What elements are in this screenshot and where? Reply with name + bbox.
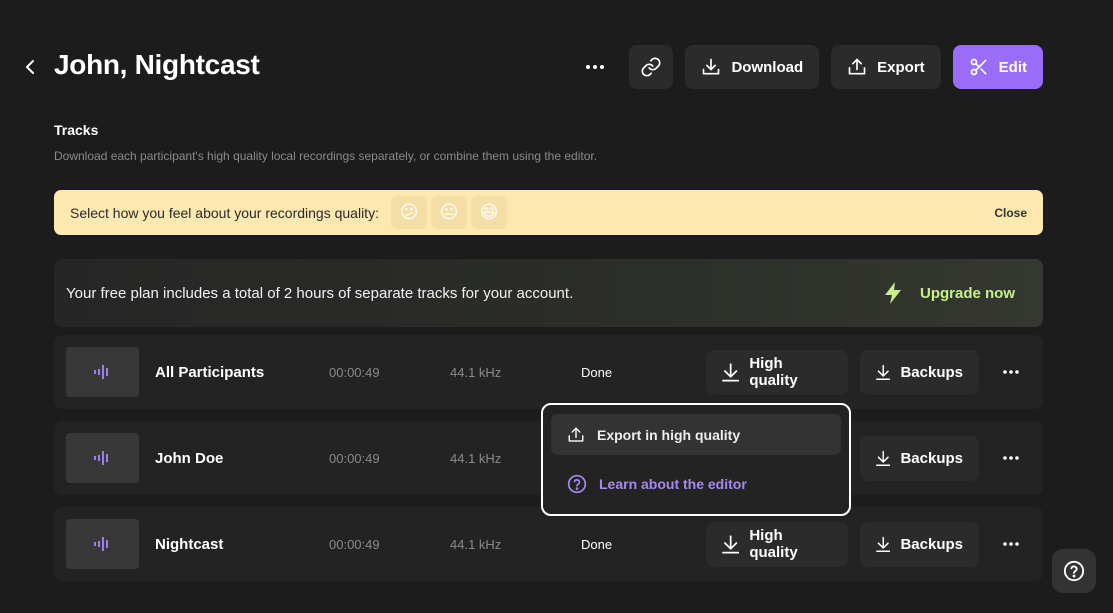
backups-label: Backups [900, 449, 963, 467]
page-title: John, Nightcast [54, 49, 260, 80]
more-options-button[interactable] [573, 45, 617, 89]
export-label: Export [877, 58, 925, 76]
download-icon [703, 58, 720, 75]
menu-item-export-high-quality[interactable]: Export in high quality [551, 414, 841, 455]
track-name: Nightcast [155, 535, 224, 553]
plan-banner: Your free plan includes a total of 2 hou… [54, 259, 1043, 327]
download-icon [876, 450, 891, 466]
more-horizontal-icon [1003, 456, 1019, 460]
edit-label: Edit [998, 58, 1027, 76]
scissors-icon [970, 58, 987, 76]
backups-label: Backups [900, 363, 963, 381]
track-more-button[interactable] [994, 527, 1028, 561]
track-sample-rate: 44.1 kHz [450, 450, 502, 466]
backups-download-button[interactable]: Backups [860, 349, 979, 395]
high-quality-dropdown-menu: Export in high quality Learn about the e… [541, 403, 851, 516]
download-icon [876, 364, 891, 380]
section-description: Download each participant's high quality… [54, 149, 598, 163]
header-toolbar: Download Export Edit [573, 45, 1043, 89]
download-icon [722, 535, 740, 554]
track-sample-rate: 44.1 kHz [450, 536, 502, 552]
menu-item-label: Learn about the editor [599, 475, 747, 492]
menu-item-learn-editor[interactable]: Learn about the editor [551, 463, 841, 504]
track-name: All Participants [155, 363, 265, 381]
waveform-icon [93, 451, 108, 465]
download-label: Download [731, 58, 804, 76]
more-horizontal-icon [586, 65, 605, 69]
backups-download-button[interactable]: Backups [860, 521, 979, 567]
upload-icon [568, 427, 584, 442]
edit-button[interactable]: Edit [952, 45, 1043, 89]
feedback-banner: Select how you feel about your recording… [54, 190, 1043, 235]
export-button[interactable]: Export [831, 45, 941, 89]
track-row: All Participants 00:00:49 44.1 kHz Done … [54, 335, 1043, 409]
track-thumbnail [66, 347, 139, 397]
back-button[interactable] [20, 56, 40, 78]
high-quality-download-button[interactable]: High quality [706, 349, 848, 395]
high-quality-label: High quality [749, 527, 798, 561]
track-name: John Doe [155, 449, 224, 467]
section-title: Tracks [54, 122, 99, 138]
help-circle-icon [1063, 560, 1085, 582]
more-horizontal-icon [1003, 542, 1019, 546]
feedback-prompt: Select how you feel about your recording… [70, 204, 379, 221]
plan-text: Your free plan includes a total of 2 hou… [66, 284, 574, 302]
help-button[interactable] [1052, 549, 1096, 593]
high-quality-label: High quality [749, 355, 798, 389]
help-circle-icon [567, 474, 587, 493]
track-thumbnail [66, 433, 139, 483]
track-duration: 00:00:49 [329, 536, 380, 552]
lightning-icon [884, 282, 901, 304]
track-sample-rate: 44.1 kHz [450, 364, 502, 380]
copy-link-button[interactable] [629, 45, 674, 89]
upload-icon [848, 58, 866, 75]
waveform-icon [93, 537, 108, 551]
track-status: Done [581, 364, 613, 380]
emoji-confused-button[interactable]: 😕 [390, 196, 427, 229]
chevron-left-icon [26, 60, 34, 74]
waveform-icon [93, 365, 108, 379]
track-row: Nightcast 00:00:49 44.1 kHz Done High qu… [54, 507, 1043, 581]
backups-download-button[interactable]: Backups [860, 435, 979, 481]
backups-label: Backups [900, 535, 963, 553]
track-duration: 00:00:49 [329, 450, 380, 466]
track-status: Done [581, 536, 613, 552]
download-icon [876, 536, 891, 552]
menu-item-label: Export in high quality [597, 426, 741, 443]
upgrade-label: Upgrade now [919, 284, 1015, 302]
link-icon [641, 57, 661, 77]
high-quality-download-button[interactable]: High quality [706, 521, 848, 567]
more-horizontal-icon [1003, 370, 1019, 374]
track-thumbnail [66, 519, 139, 569]
download-button[interactable]: Download [685, 45, 820, 89]
feedback-close-button[interactable]: Close [994, 206, 1027, 220]
download-icon [722, 363, 740, 382]
emoji-happy-button[interactable]: 😄 [470, 196, 507, 229]
track-more-button[interactable] [994, 355, 1028, 389]
track-more-button[interactable] [994, 441, 1028, 475]
upgrade-button[interactable]: Upgrade now [882, 281, 1015, 305]
track-duration: 00:00:49 [329, 364, 380, 380]
emoji-neutral-button[interactable]: 😐 [430, 196, 467, 229]
